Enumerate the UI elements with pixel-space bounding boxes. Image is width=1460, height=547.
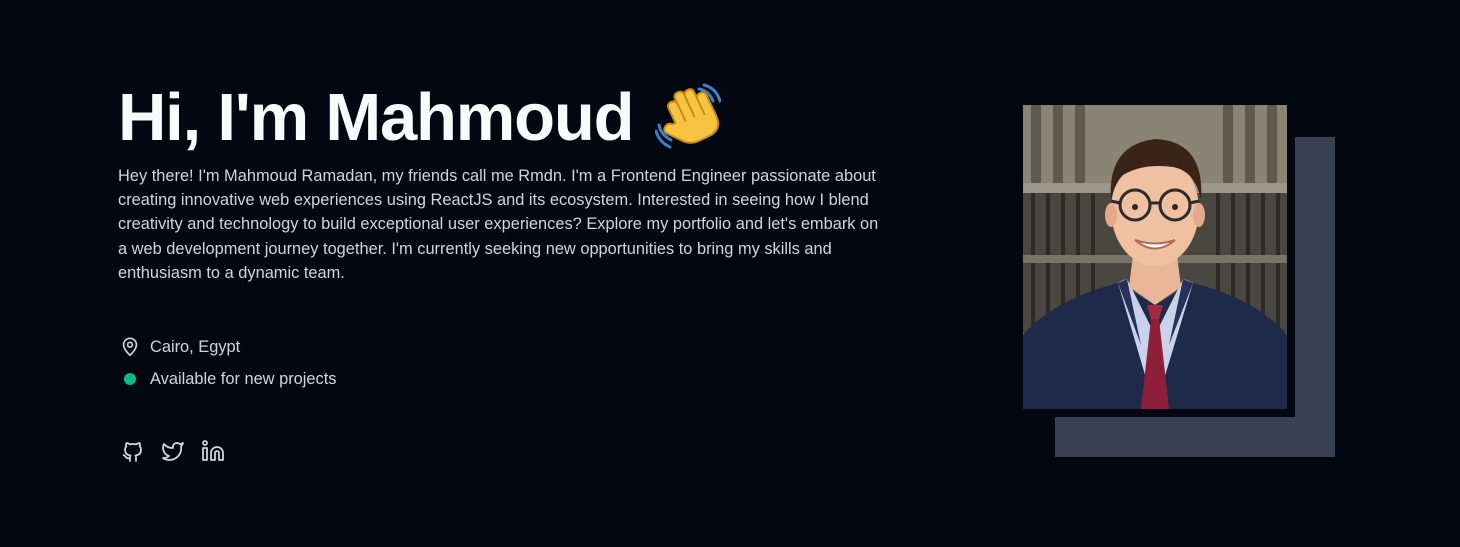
- status-dot: [124, 373, 136, 386]
- social-links: [118, 436, 888, 466]
- availability-text: Available for new projects: [150, 369, 337, 388]
- profile-photo: [1023, 105, 1295, 417]
- hero-section: Hi, I'm Mahmoud Hey there! I'm Mahmoud R…: [118, 78, 888, 466]
- profile-photo-frame: [1023, 105, 1335, 457]
- meta-list: Cairo, Egypt Available for new projects: [118, 335, 888, 391]
- map-pin-icon: [118, 335, 142, 359]
- location-row: Cairo, Egypt: [118, 335, 888, 359]
- twitter-icon[interactable]: [158, 436, 188, 466]
- waving-hand-icon: [654, 83, 722, 149]
- availability-row: Available for new projects: [118, 367, 888, 391]
- status-dot-icon: [118, 367, 142, 391]
- github-icon[interactable]: [118, 436, 148, 466]
- hero-title: Hi, I'm Mahmoud: [118, 78, 888, 158]
- bio-paragraph: Hey there! I'm Mahmoud Ramadan, my frien…: [118, 167, 879, 282]
- hero-title-text: Hi, I'm Mahmoud: [118, 80, 635, 155]
- location-text: Cairo, Egypt: [150, 337, 241, 356]
- linkedin-icon[interactable]: [198, 436, 228, 466]
